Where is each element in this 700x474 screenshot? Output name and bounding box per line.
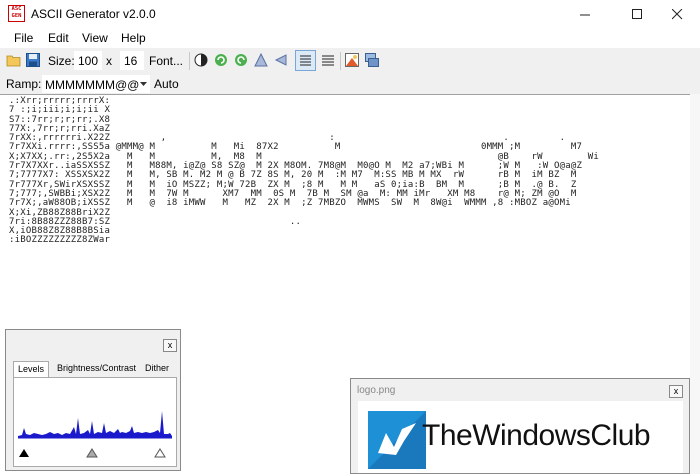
black-point-slider[interactable] bbox=[19, 449, 29, 457]
image-colors-icon[interactable] bbox=[344, 52, 360, 68]
menu-edit[interactable]: Edit bbox=[48, 31, 69, 45]
preview-close-button[interactable]: x bbox=[669, 385, 683, 398]
menu-bar: File Edit View Help bbox=[0, 28, 700, 48]
minimize-icon bbox=[579, 14, 590, 15]
toolbar-separator bbox=[189, 52, 190, 70]
title-bar: ASC GEN ASCII Generator v2.0.0 bbox=[0, 0, 700, 28]
ramp-bar: Ramp: MMMMMMM@@ Auto bbox=[0, 74, 700, 94]
open-folder-icon[interactable] bbox=[6, 52, 22, 68]
white-point-slider[interactable] bbox=[154, 448, 166, 458]
ascii-output-text: .:Xrr;rrrrr;rrrrX: 7 :;i;iii;i;i;ii X S7… bbox=[9, 96, 599, 246]
tab-dither[interactable]: Dither bbox=[141, 361, 173, 377]
save-icon[interactable] bbox=[25, 52, 41, 68]
levels-close-button[interactable]: x bbox=[163, 339, 177, 352]
app-icon: ASC GEN bbox=[8, 5, 25, 22]
rotate-right-icon[interactable] bbox=[213, 52, 229, 68]
preview-window-icon[interactable] bbox=[364, 52, 380, 68]
flip-vertical-icon[interactable] bbox=[253, 52, 269, 68]
gamma-slider[interactable] bbox=[86, 448, 98, 458]
close-icon bbox=[671, 8, 682, 19]
ramp-label: Ramp: bbox=[6, 77, 42, 91]
logo-text: TheWindowsClub bbox=[422, 419, 651, 452]
window-title: ASCII Generator v2.0.0 bbox=[31, 7, 156, 21]
toolbar-separator bbox=[340, 52, 341, 70]
invert-icon[interactable] bbox=[193, 52, 209, 68]
levels-window: x Levels Brightness/Contrast Dither bbox=[5, 329, 181, 471]
rotate-left-icon[interactable] bbox=[233, 52, 249, 68]
levels-tab-body bbox=[13, 377, 177, 467]
close-button[interactable] bbox=[654, 0, 700, 28]
preview-window-title: logo.png bbox=[357, 385, 396, 396]
ramp-value: MMMMMMM@@ bbox=[45, 78, 140, 92]
windows-logo-icon bbox=[368, 411, 426, 469]
menu-file[interactable]: File bbox=[14, 31, 33, 45]
align-left-button[interactable] bbox=[295, 50, 316, 71]
font-button[interactable]: Font... bbox=[149, 54, 183, 68]
toolbar: Size: x Font... bbox=[0, 48, 700, 74]
ramp-dropdown[interactable]: MMMMMMM@@ bbox=[42, 75, 150, 93]
flip-horizontal-icon[interactable] bbox=[273, 52, 289, 68]
preview-image: TheWindowsClub bbox=[358, 401, 683, 473]
minimize-button[interactable] bbox=[562, 0, 608, 28]
tab-levels[interactable]: Levels bbox=[13, 361, 49, 377]
align-left-icon bbox=[300, 55, 311, 66]
width-input[interactable] bbox=[74, 51, 102, 70]
menu-help[interactable]: Help bbox=[121, 31, 146, 45]
vertical-scrollbar[interactable] bbox=[690, 94, 700, 474]
menu-view[interactable]: View bbox=[82, 31, 108, 45]
tab-brightness-contrast[interactable]: Brightness/Contrast bbox=[53, 361, 140, 377]
histogram-bars bbox=[18, 411, 172, 438]
height-input[interactable] bbox=[120, 51, 144, 70]
maximize-icon bbox=[631, 8, 642, 19]
size-label: Size: bbox=[48, 54, 75, 68]
auto-button[interactable]: Auto bbox=[154, 77, 179, 91]
chevron-down-icon bbox=[140, 82, 147, 86]
image-preview-window: logo.png x TheWindowsClub bbox=[350, 378, 690, 474]
x-label: x bbox=[106, 54, 112, 68]
histogram bbox=[18, 411, 172, 458]
align-justify-icon[interactable] bbox=[320, 52, 336, 68]
